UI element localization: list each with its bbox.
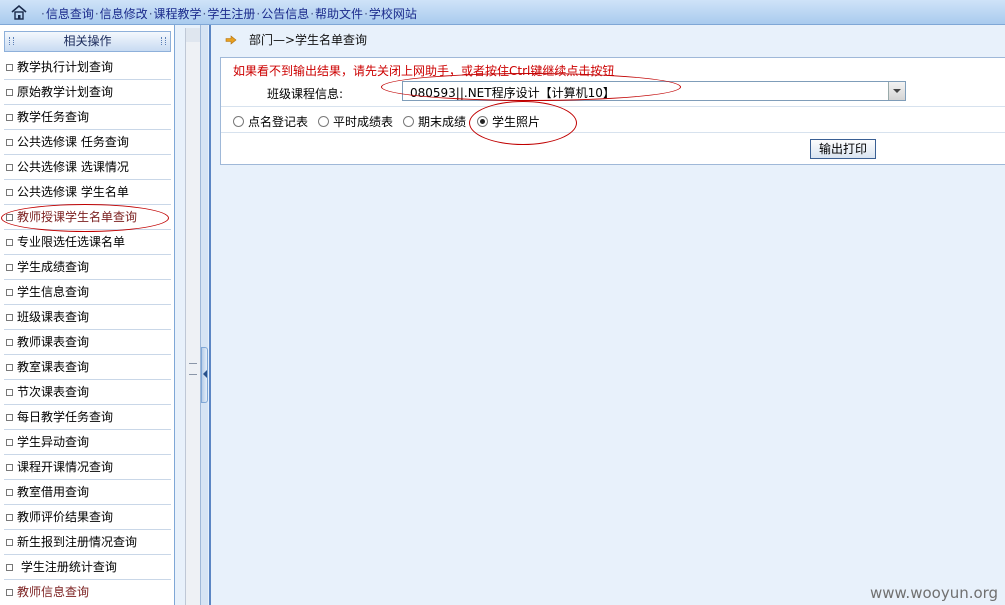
main-content: 部门—>学生名单查询 如果看不到输出结果，请先关闭上网助手，或者按住Ctrl键继… bbox=[209, 25, 1005, 605]
sidebar-item-teacher-info[interactable]: 教师信息查询 bbox=[4, 581, 171, 605]
sidebar-item[interactable]: 教师课表查询 bbox=[4, 331, 171, 355]
bullet-square-icon bbox=[6, 463, 13, 471]
sidebar-header: 相关操作 bbox=[4, 31, 171, 52]
bullet-square-icon bbox=[6, 113, 13, 121]
bullet-square-icon bbox=[6, 388, 13, 396]
top-nav-menu: ·信息查询·信息修改·课程教学·学生注册·公告信息·帮助文件·学校网站 bbox=[41, 7, 417, 21]
sidebar-item[interactable]: 教学任务查询 bbox=[4, 106, 171, 130]
sidebar-item[interactable]: 每日教学任务查询 bbox=[4, 406, 171, 430]
print-output-button[interactable]: 输出打印 bbox=[810, 139, 876, 159]
sidebar-scrollbar[interactable] bbox=[185, 28, 201, 605]
bullet-square-icon bbox=[6, 63, 13, 71]
query-panel: 如果看不到输出结果，请先关闭上网助手，或者按住Ctrl键继续点击按钮 班级课程信… bbox=[220, 57, 1005, 165]
sidebar-item[interactable]: 原始教学计划查询 bbox=[4, 81, 171, 105]
sidebar-item[interactable]: 公共选修课 任务查询 bbox=[4, 131, 171, 155]
collapse-sidebar-button[interactable] bbox=[201, 347, 208, 403]
class-course-value: 080593||.NET程序设计【计算机10】 bbox=[410, 86, 615, 100]
top-nav-bar: ·信息查询·信息修改·课程教学·学生注册·公告信息·帮助文件·学校网站 bbox=[0, 0, 1005, 25]
radio-circle[interactable] bbox=[403, 116, 414, 127]
nav-course-teaching[interactable]: 课程教学 bbox=[154, 7, 202, 21]
scroll-grip-icon bbox=[189, 363, 197, 375]
sidebar-item[interactable]: 学生成绩查询 bbox=[4, 256, 171, 280]
sidebar-item[interactable]: 学生异动查询 bbox=[4, 431, 171, 455]
nav-help-files[interactable]: 帮助文件 bbox=[315, 7, 363, 21]
home-icon[interactable] bbox=[10, 4, 28, 20]
radio-circle-checked[interactable] bbox=[477, 116, 488, 127]
class-course-select[interactable]: 080593||.NET程序设计【计算机10】 bbox=[402, 81, 906, 101]
sidebar-item[interactable]: 学生注册统计查询 bbox=[4, 556, 171, 580]
bullet-square-icon bbox=[6, 163, 13, 171]
pane-splitter[interactable] bbox=[200, 25, 208, 605]
radio-usual-scores[interactable]: 平时成绩表 bbox=[318, 113, 393, 130]
bullet-square-icon bbox=[6, 138, 13, 146]
sidebar-item[interactable]: 新生报到注册情况查询 bbox=[4, 531, 171, 555]
radio-roll-call[interactable]: 点名登记表 bbox=[233, 113, 308, 130]
sidebar-item-teacher-student-list[interactable]: 教师授课学生名单查询 bbox=[4, 206, 171, 230]
bullet-square-icon bbox=[6, 213, 13, 221]
scroll-up-button[interactable] bbox=[186, 28, 200, 42]
radio-student-photos[interactable]: 学生照片 bbox=[477, 113, 540, 130]
grip-icon bbox=[161, 37, 166, 45]
chevron-left-icon bbox=[203, 370, 207, 378]
bullet-square-icon bbox=[6, 563, 13, 571]
bullet-square-icon bbox=[6, 338, 13, 346]
bullet-square-icon bbox=[6, 288, 13, 296]
bullet-square-icon bbox=[6, 488, 13, 496]
bullet-square-icon bbox=[6, 263, 13, 271]
sidebar-item[interactable]: 课程开课情况查询 bbox=[4, 456, 171, 480]
bullet-square-icon bbox=[6, 238, 13, 246]
bullet-square-icon bbox=[6, 438, 13, 446]
watermark-text: www.wooyun.org bbox=[870, 584, 999, 602]
sidebar-title: 相关操作 bbox=[63, 34, 112, 48]
radio-final-scores[interactable]: 期末成绩 bbox=[403, 113, 466, 130]
chevron-down-icon bbox=[893, 89, 901, 93]
nav-student-register[interactable]: 学生注册 bbox=[207, 7, 255, 21]
bullet-square-icon bbox=[6, 538, 13, 546]
sidebar-item[interactable]: 节次课表查询 bbox=[4, 381, 171, 405]
nav-announcements[interactable]: 公告信息 bbox=[261, 7, 309, 21]
dropdown-button[interactable] bbox=[888, 82, 905, 100]
divider bbox=[221, 106, 1005, 107]
bullet-square-icon bbox=[6, 588, 13, 596]
nav-school-site[interactable]: 学校网站 bbox=[369, 7, 417, 21]
breadcrumb-text: 部门—>学生名单查询 bbox=[249, 33, 368, 47]
radio-circle[interactable] bbox=[233, 116, 244, 127]
sidebar: 相关操作 教学执行计划查询 原始教学计划查询 教学任务查询 公共选修课 任务查询… bbox=[0, 25, 175, 605]
radio-circle[interactable] bbox=[318, 116, 329, 127]
bullet-square-icon bbox=[6, 88, 13, 96]
bullet-square-icon bbox=[6, 513, 13, 521]
hint-text: 如果看不到输出结果，请先关闭上网助手，或者按住Ctrl键继续点击按钮 bbox=[233, 64, 615, 78]
nav-info-query[interactable]: 信息查询 bbox=[46, 7, 94, 21]
bullet-square-icon bbox=[6, 313, 13, 321]
sidebar-item[interactable]: 教室课表查询 bbox=[4, 356, 171, 380]
bullet-square-icon bbox=[6, 188, 13, 196]
nav-info-edit[interactable]: 信息修改 bbox=[100, 7, 148, 21]
sidebar-item[interactable]: 专业限选任选课名单 bbox=[4, 231, 171, 255]
sidebar-item[interactable]: 公共选修课 学生名单 bbox=[4, 181, 171, 205]
sidebar-item[interactable]: 公共选修课 选课情况 bbox=[4, 156, 171, 180]
sidebar-item[interactable]: 班级课表查询 bbox=[4, 306, 171, 330]
sidebar-item[interactable]: 教学执行计划查询 bbox=[4, 56, 171, 80]
sidebar-item[interactable]: 教师评价结果查询 bbox=[4, 506, 171, 530]
grip-icon bbox=[9, 37, 14, 45]
bullet-square-icon bbox=[6, 413, 13, 421]
sidebar-item[interactable]: 学生信息查询 bbox=[4, 281, 171, 305]
divider bbox=[221, 132, 1005, 133]
arrow-right-icon bbox=[225, 35, 237, 45]
bullet-square-icon bbox=[6, 363, 13, 371]
sidebar-item[interactable]: 教室借用查询 bbox=[4, 481, 171, 505]
class-course-label: 班级课程信息: bbox=[267, 87, 344, 101]
